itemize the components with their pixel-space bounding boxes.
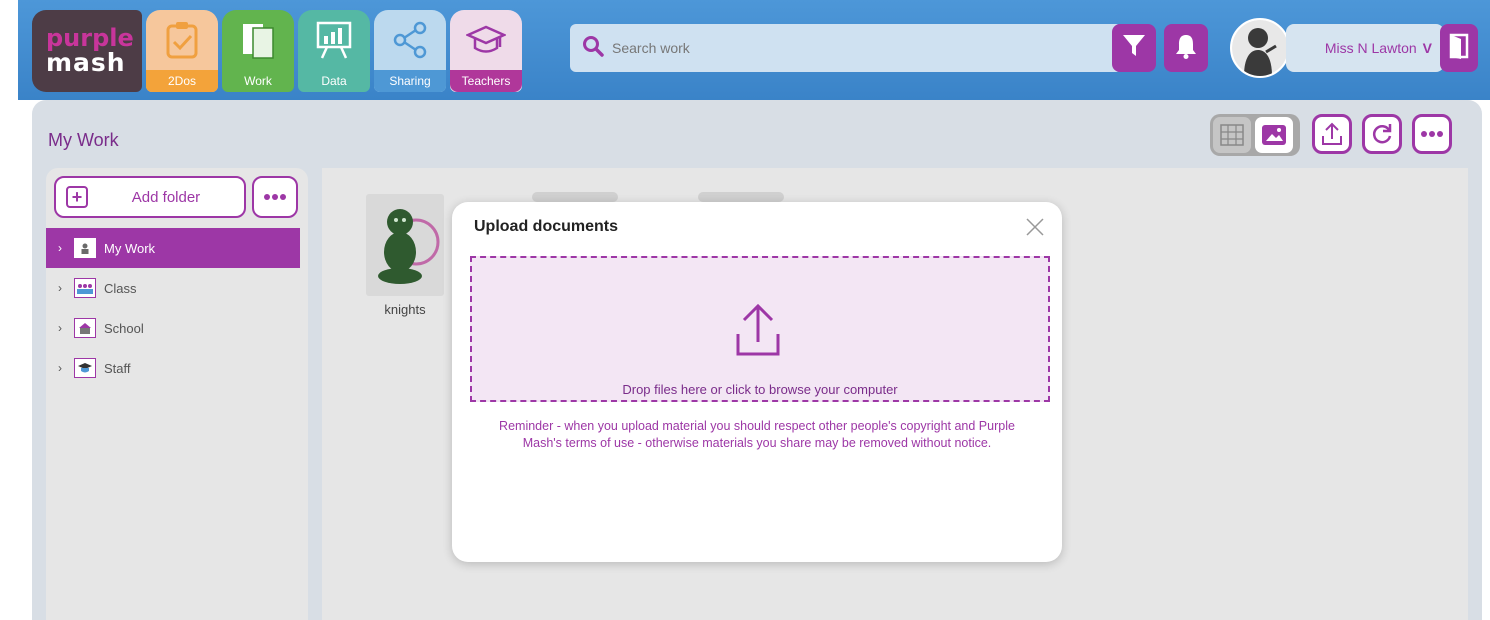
sidebar-item-staff[interactable]: › Staff [46,348,300,388]
tab-data[interactable]: Data [298,10,370,92]
sidebar-item-label: School [104,320,144,336]
image-icon [1262,125,1286,145]
sidebar-item-class[interactable]: › Class [46,268,300,308]
folder-sidebar: + Add folder › My Work › Class › School [46,168,308,620]
drop-zone-text: Drop files here or click to browse your … [622,382,898,397]
grid-icon [1220,124,1244,146]
thumbnail-view-button[interactable] [1255,117,1293,153]
folder-options-button[interactable] [252,176,298,218]
user-silhouette-icon [1232,20,1288,76]
upload-icon [734,302,782,365]
file-name: knights [384,302,426,317]
search-bar[interactable]: Search work [570,24,1122,72]
top-bar: purple mash 2Dos Work Data Sharing Teach… [18,0,1490,100]
sidebar-item-label: My Work [104,240,156,256]
plus-icon: + [66,186,88,208]
file-drop-zone[interactable]: Drop files here or click to browse your … [470,256,1050,402]
chevron-right-icon[interactable]: › [58,361,72,375]
upload-icon [1322,122,1342,145]
more-options-button[interactable] [1412,114,1452,154]
file-thumbnail-hidden [698,192,784,202]
staff-folder-icon [74,358,96,378]
add-folder-label: Add folder [131,188,201,206]
main-nav: 2Dos Work Data Sharing Teachers [146,10,522,92]
notifications-button[interactable] [1164,24,1208,72]
filter-icon [1121,32,1147,65]
school-folder-icon [74,318,96,338]
class-folder-icon [74,278,96,298]
search-input[interactable]: Search work [612,40,690,56]
sidebar-item-school[interactable]: › School [46,308,300,348]
sidebar-item-label: Staff [104,360,131,376]
add-folder-button[interactable]: + Add folder [54,176,246,218]
share-icon [390,20,430,60]
sidebar-item-my-work[interactable]: › My Work [46,228,300,268]
close-icon [1026,218,1044,236]
chart-easel-icon [314,20,354,60]
chevron-right-icon[interactable]: › [58,281,72,295]
graduation-cap-icon [466,20,506,60]
user-name: Miss N Lawton [1324,40,1417,56]
logo-line-1: purple [46,24,134,52]
folder-tree: › My Work › Class › School › Staff [46,228,300,388]
file-thumbnail[interactable] [366,194,444,296]
upload-dialog: Upload documents Drop files here or clic… [452,202,1062,562]
tab-data-label: Data [321,74,347,88]
search-icon [582,35,604,62]
tab-2dos[interactable]: 2Dos [146,10,218,92]
tab-teachers-label: Teachers [450,70,522,92]
door-icon [1448,32,1470,65]
upload-button[interactable] [1312,114,1352,154]
documents-icon [238,20,278,60]
chevron-down-icon: V [1422,40,1432,56]
refresh-button[interactable] [1362,114,1402,154]
refresh-icon [1372,124,1392,144]
user-menu-button[interactable]: Miss N Lawton V [1286,24,1444,72]
page-title: My Work [48,130,119,150]
filter-button[interactable] [1112,24,1156,72]
checklist-icon [162,20,202,60]
tab-sharing[interactable]: Sharing [374,10,446,92]
tab-work-label: Work [244,74,272,88]
logout-button[interactable] [1440,24,1478,72]
toolbar [1312,114,1452,154]
copyright-reminder: Reminder - when you upload material you … [499,419,1015,450]
avatar[interactable] [1230,18,1290,78]
purple-mash-logo[interactable]: purple mash [32,10,142,92]
tab-work[interactable]: Work [222,10,294,92]
logo-line-2: mash [46,48,126,77]
ellipsis-icon [1421,131,1443,137]
file-thumbnail-hidden [532,192,618,202]
chevron-right-icon[interactable]: › [58,321,72,335]
person-folder-icon [74,238,96,258]
chevron-right-icon[interactable]: › [58,241,72,255]
bell-icon [1173,32,1199,65]
sidebar-item-label: Class [104,280,137,296]
ellipsis-icon [264,194,286,200]
dialog-title: Upload documents [474,218,619,235]
tab-sharing-label: Sharing [374,70,446,92]
grid-view-button[interactable] [1213,117,1251,153]
close-button[interactable] [1024,216,1046,238]
tab-teachers[interactable]: Teachers [450,10,522,92]
tab-2dos-label: 2Dos [146,70,218,92]
view-toggle[interactable] [1210,114,1300,156]
monkey-image-icon [378,209,440,284]
